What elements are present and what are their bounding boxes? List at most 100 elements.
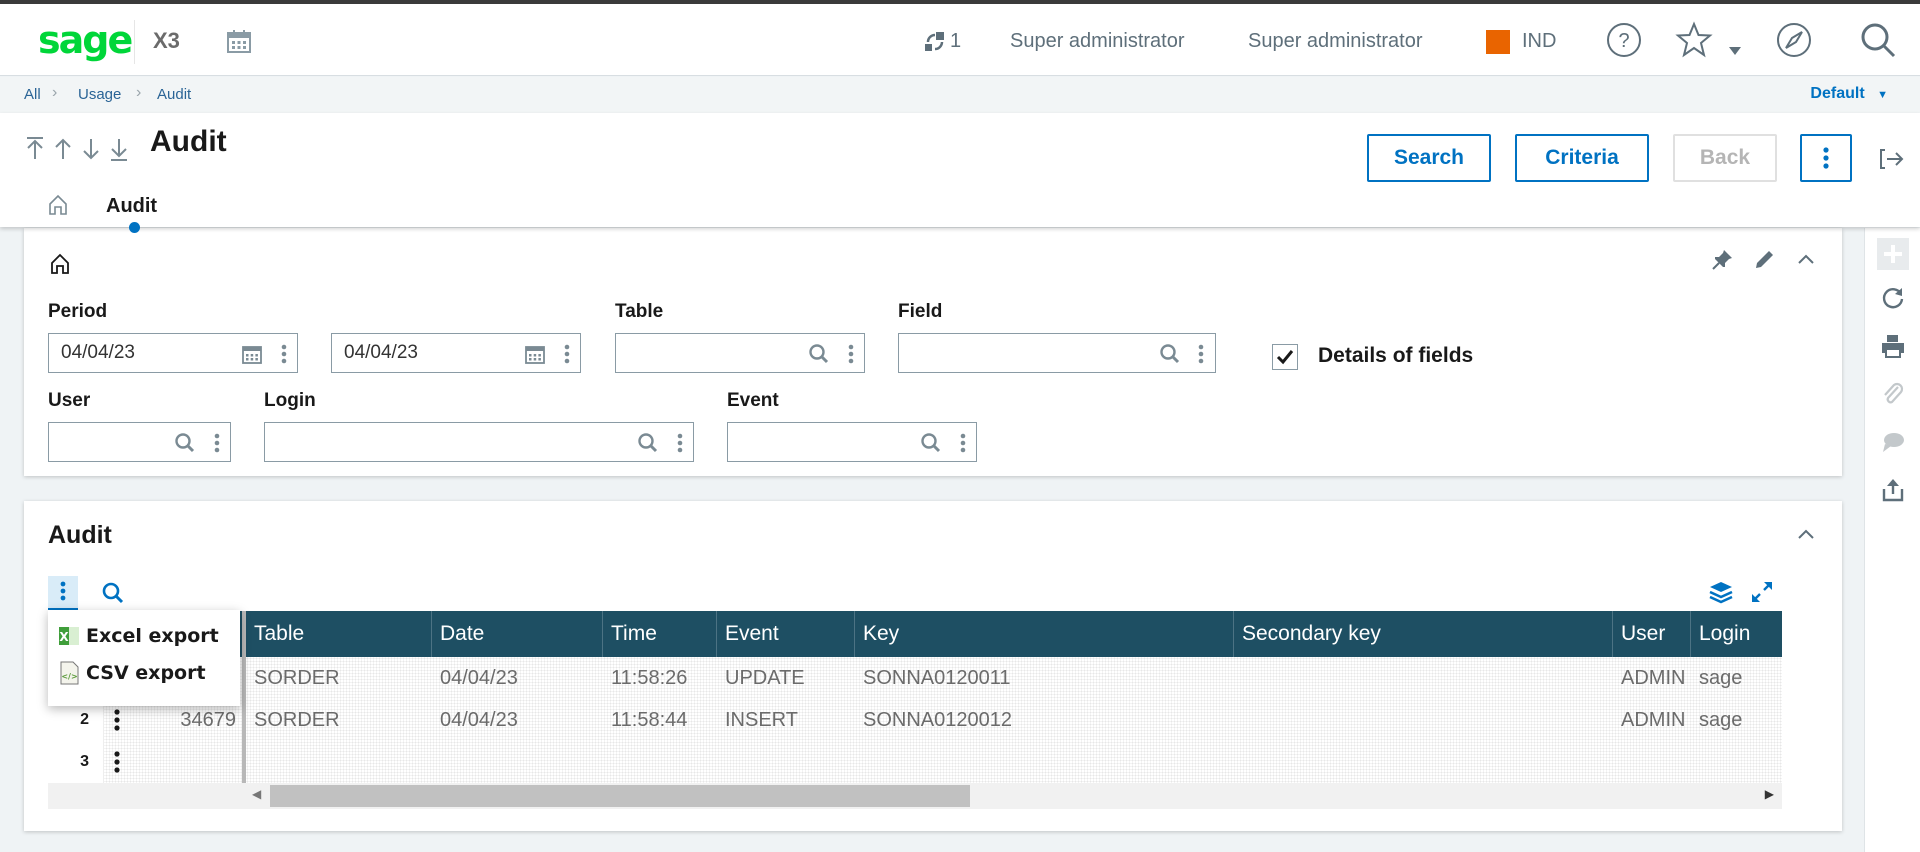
comment-button[interactable] — [1879, 428, 1907, 456]
cell-user: ADMIN — [1621, 667, 1686, 689]
period-from-field[interactable]: 04/04/23 — [48, 333, 298, 373]
notification-count[interactable]: 1 — [950, 30, 961, 53]
app-header: sage X3 1 Super administrator Super admi… — [0, 4, 1920, 76]
field-menu-icon[interactable] — [212, 432, 222, 454]
favorites-dropdown-icon[interactable] — [1728, 46, 1742, 56]
field-menu-icon[interactable] — [562, 343, 572, 365]
frozen-column-divider — [242, 611, 246, 783]
breadcrumb-usage[interactable]: Usage — [78, 86, 121, 103]
panel-tools — [1710, 248, 1818, 272]
field-menu-icon[interactable] — [958, 432, 968, 454]
tab-audit[interactable]: Audit — [106, 195, 157, 218]
column-header-table[interactable]: Table — [246, 611, 432, 657]
home-icon[interactable] — [48, 252, 72, 276]
column-header-secondary-key[interactable]: Secondary key — [1234, 611, 1613, 657]
horizontal-scrollbar[interactable]: ◀ ▶ — [48, 783, 1782, 809]
user-name[interactable]: Super administrator — [1010, 30, 1185, 53]
grid-actions-button[interactable] — [48, 576, 78, 610]
product-name: X3 — [153, 28, 180, 53]
compass-icon[interactable] — [1774, 20, 1814, 60]
user-field[interactable] — [48, 422, 231, 462]
lookup-icon[interactable] — [637, 432, 659, 454]
help-icon[interactable]: ? — [1604, 20, 1644, 60]
row-menu-icon[interactable] — [112, 709, 122, 731]
login-field[interactable] — [264, 422, 694, 462]
details-of-fields-checkbox[interactable] — [1272, 344, 1298, 370]
view-selector[interactable]: Default ▼ — [1810, 85, 1888, 103]
lookup-icon[interactable] — [1159, 343, 1181, 365]
table-row[interactable]: 1 SORDER 04/04/23 11:58:26 UPDATE SONNA0… — [48, 657, 1782, 699]
search-icon[interactable] — [1858, 20, 1898, 60]
breadcrumb-all[interactable]: All — [24, 86, 41, 103]
lookup-icon[interactable] — [920, 432, 942, 454]
collapse-icon[interactable] — [1794, 523, 1818, 547]
scroll-left-icon[interactable]: ◀ — [252, 787, 261, 801]
field-label: Field — [898, 301, 943, 322]
exit-icon[interactable] — [1878, 147, 1906, 171]
calendar-picker-icon[interactable] — [241, 343, 263, 365]
attachment-button[interactable] — [1879, 380, 1907, 408]
table-row[interactable]: 2 34679 SORDER 04/04/23 11:58:44 INSERT … — [48, 699, 1782, 741]
criteria-button[interactable]: Criteria — [1515, 134, 1649, 182]
column-header-date[interactable]: Date — [432, 611, 603, 657]
previous-record-icon[interactable] — [52, 135, 74, 163]
back-button[interactable]: Back — [1673, 134, 1777, 182]
next-record-icon[interactable] — [80, 135, 102, 163]
search-button[interactable]: Search — [1367, 134, 1491, 182]
grid-search-button[interactable] — [98, 576, 128, 610]
column-header-time[interactable]: Time — [603, 611, 717, 657]
collapse-icon[interactable] — [1794, 248, 1818, 272]
user-role[interactable]: Super administrator — [1248, 30, 1423, 53]
calendar-icon[interactable] — [226, 28, 252, 54]
scrollbar-thumb[interactable] — [270, 785, 970, 807]
column-header-user[interactable]: User — [1613, 611, 1691, 657]
lookup-icon[interactable] — [174, 432, 196, 454]
notification-icon[interactable] — [924, 31, 946, 53]
more-actions-button[interactable] — [1800, 134, 1852, 182]
sage-logo[interactable]: sage — [38, 18, 133, 62]
excel-export-menu-item[interactable]: X Excel export — [58, 621, 219, 651]
vertical-dots-icon — [1823, 147, 1829, 169]
edit-icon[interactable] — [1752, 248, 1776, 272]
home-tab-icon[interactable] — [46, 193, 70, 217]
scroll-right-icon[interactable]: ▶ — [1765, 787, 1774, 801]
field-menu-icon[interactable] — [279, 343, 289, 365]
criteria-panel: Period 04/04/23 04/04/23 Table Field Det… — [24, 228, 1842, 476]
calendar-picker-icon[interactable] — [524, 343, 546, 365]
column-header-event[interactable]: Event — [717, 611, 855, 657]
star-icon[interactable] — [1674, 20, 1714, 60]
layers-icon[interactable] — [1708, 580, 1734, 604]
field-field[interactable] — [898, 333, 1216, 373]
row-menu-icon[interactable] — [112, 751, 122, 773]
field-menu-icon[interactable] — [675, 432, 685, 454]
table-field[interactable] — [615, 333, 865, 373]
expand-icon[interactable] — [1750, 580, 1774, 604]
cell-login: sage — [1699, 667, 1743, 689]
create-button[interactable] — [1877, 238, 1909, 270]
svg-text:</>: </> — [61, 672, 77, 681]
print-button[interactable] — [1879, 332, 1907, 360]
share-button[interactable] — [1879, 476, 1907, 504]
period-from-value: 04/04/23 — [61, 342, 135, 363]
column-header-key[interactable]: Key — [855, 611, 1234, 657]
event-field[interactable] — [727, 422, 977, 462]
column-header-login[interactable]: Login — [1691, 611, 1782, 657]
record-navigation — [24, 135, 130, 163]
field-menu-icon[interactable] — [1196, 343, 1206, 365]
breadcrumb-audit[interactable]: Audit — [157, 86, 191, 103]
last-record-icon[interactable] — [108, 135, 130, 163]
lookup-icon[interactable] — [808, 343, 830, 365]
pin-icon[interactable] — [1710, 248, 1734, 272]
refresh-button[interactable] — [1879, 284, 1907, 312]
cell-event: INSERT — [725, 709, 798, 731]
excel-icon: X — [59, 627, 79, 645]
first-record-icon[interactable] — [24, 135, 46, 163]
csv-export-menu-item[interactable]: </> CSV export — [58, 658, 206, 688]
table-label: Table — [615, 301, 664, 322]
table-row[interactable]: 3 — [48, 741, 1782, 783]
period-to-field[interactable]: 04/04/23 — [331, 333, 581, 373]
folder-name[interactable]: IND — [1522, 30, 1556, 53]
field-menu-icon[interactable] — [846, 343, 856, 365]
cell-date: 04/04/23 — [440, 709, 518, 731]
right-toolbar — [1864, 228, 1920, 852]
